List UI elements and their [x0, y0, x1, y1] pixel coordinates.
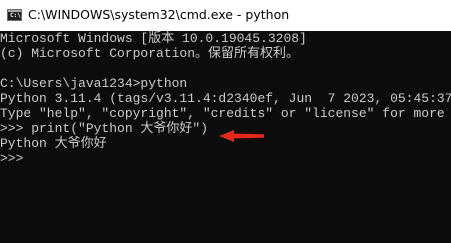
cmd-window: C:\ C:\WINDOWS\system32\cmd.exe - python…: [0, 0, 451, 243]
annotation-overlay: [219, 130, 264, 142]
red-arrow-icon: [219, 130, 264, 142]
